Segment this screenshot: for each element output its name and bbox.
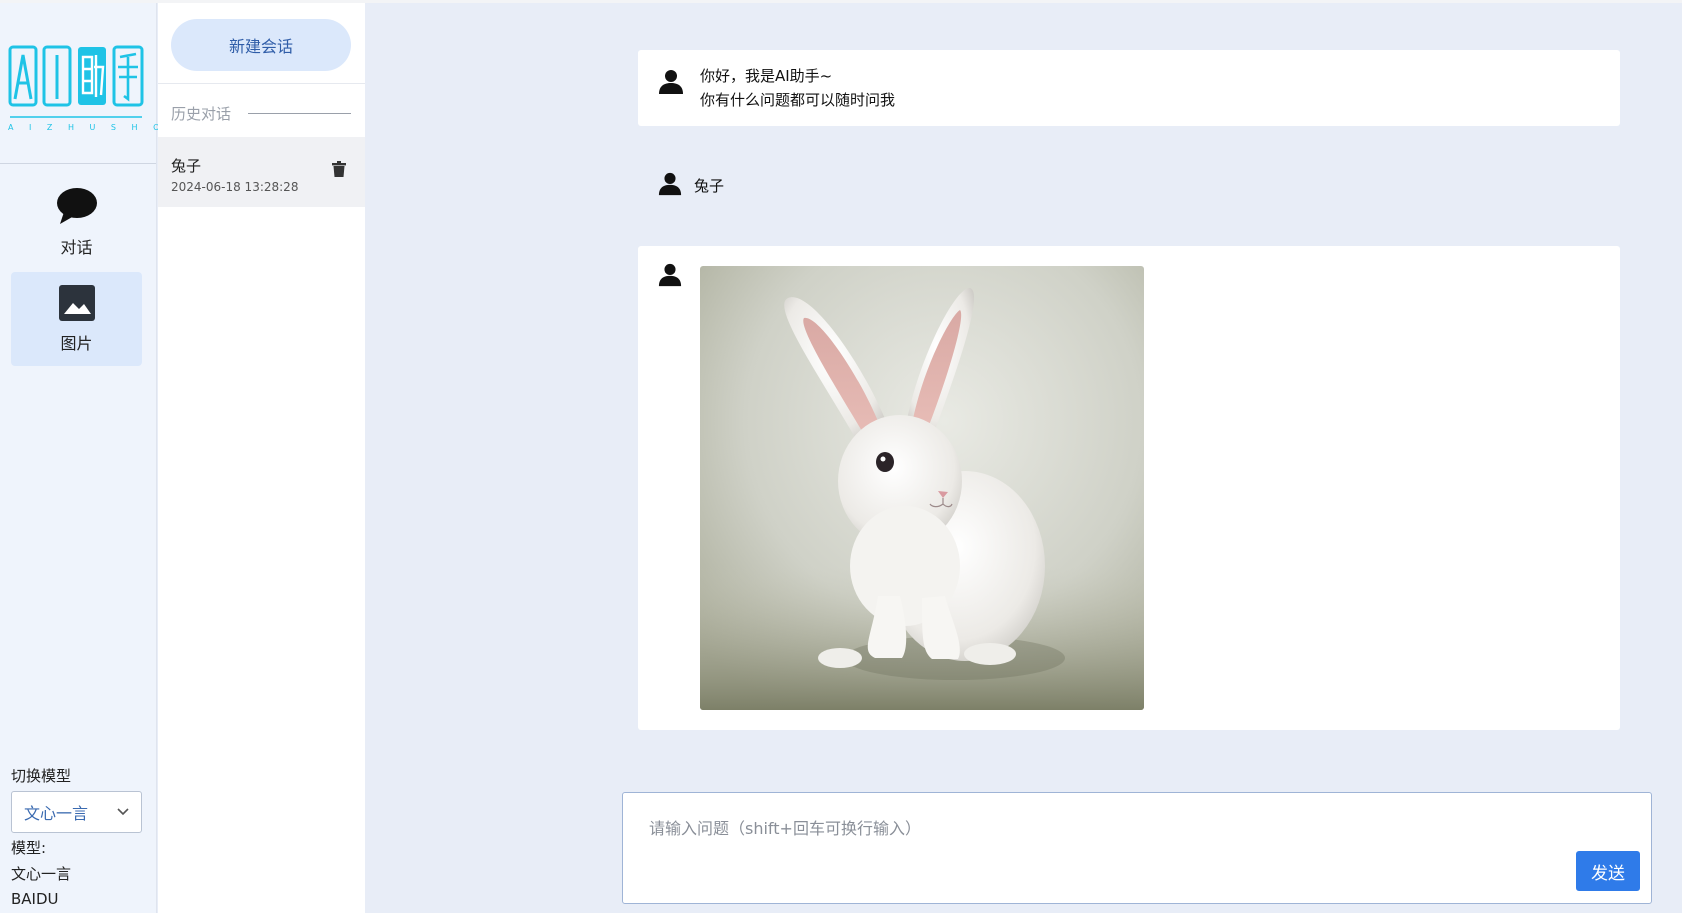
logo-divider [0,163,156,164]
chevron-down-icon [117,808,129,816]
image-icon [58,285,95,321]
chat-bubble-icon [56,188,97,224]
send-button[interactable]: 发送 [1576,851,1640,891]
user-message: 兔子 [638,168,1620,208]
user-avatar-icon [658,172,682,196]
new-chat-button[interactable]: 新建会话 [171,19,351,71]
history-divider [158,83,365,84]
left-nav: A I Z H U S H O U 对话 图片 切换模型 文心一言 模型: 文心… [0,3,188,913]
message-text: 你好，我是AI助手~ 你有什么问题都可以随时问我 [700,64,895,112]
assistant-image-message [638,246,1620,730]
history-title-line [248,113,351,114]
model-info-name: 文心一言 [11,865,72,883]
logo-subtitle: A I Z H U S H O U [8,123,188,132]
history-item[interactable]: 兔子 2024-06-18 13:28:28 [158,137,365,207]
history-item-name: 兔子 [171,157,202,175]
chat-input-box: 发送 [622,792,1652,904]
nav-item-label: 对话 [60,238,93,257]
model-info-vendor: BAIDU [11,890,59,908]
nav-item-image[interactable]: 图片 [11,272,142,366]
model-select[interactable]: 文心一言 [11,791,142,833]
user-avatar-icon [658,263,682,287]
chat-input[interactable] [623,793,1651,903]
history-item-time: 2024-06-18 13:28:28 [171,180,299,194]
model-select-value: 文心一言 [24,804,89,823]
rabbit-image[interactable] [700,266,1144,710]
trash-icon[interactable] [332,161,346,177]
nav-item-chat[interactable]: 对话 [11,175,142,269]
message-text: 兔子 [694,177,725,195]
model-switch-title: 切换模型 [11,767,72,785]
assistant-message: 你好，我是AI助手~ 你有什么问题都可以随时问我 [638,50,1620,126]
message-line: 你好，我是AI助手~ [700,67,833,85]
message-line: 你有什么问题都可以随时问我 [700,91,896,109]
nav-item-label: 图片 [60,334,93,353]
user-avatar-icon [659,70,683,94]
history-panel: 新建会话 历史对话 兔子 2024-06-18 13:28:28 [158,3,365,913]
history-section-title: 历史对话 [171,105,232,123]
model-info-label: 模型: [11,839,47,857]
